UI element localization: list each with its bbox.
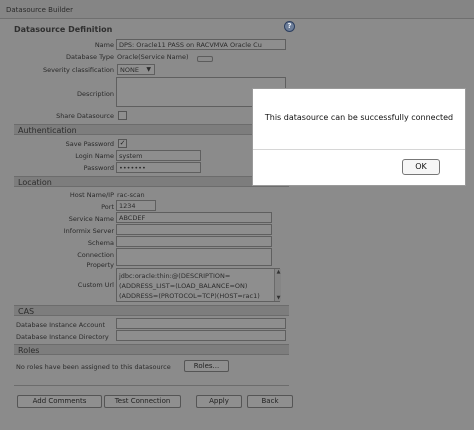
informix-server-field[interactable] [116,224,272,235]
connection-success-dialog: This datasource can be successfully conn… [252,88,466,186]
roles-status-text: No roles have been assigned to this data… [16,363,171,371]
host-value: rac-scan [117,191,145,199]
port-field[interactable]: 1234 [116,200,156,211]
schema-label: Schema [87,239,114,247]
save-password-checkbox[interactable]: ✓ [118,139,127,148]
database-type-value: Oracle(Service Name) [117,53,189,61]
password-field[interactable]: ••••••• [116,162,201,173]
back-button[interactable]: Back [247,395,293,408]
custom-url-scrollbar[interactable]: ▲ ▼ [274,269,281,301]
password-label: Password [83,164,114,172]
scroll-up-icon[interactable]: ▲ [275,269,282,275]
description-label: Description [76,90,114,98]
host-label: Host Name/IP [69,191,114,199]
help-icon[interactable]: ? [284,21,295,32]
dialog-message: This datasource can be successfully conn… [264,113,454,122]
cas-section-title: CAS [18,307,35,316]
database-instance-account-field[interactable] [116,318,286,329]
window-title: Datasource Builder [6,6,73,14]
authentication-section: Authentication [14,124,289,135]
title-bar: Datasource Builder [0,0,474,19]
connection-label: Connection [77,251,114,259]
roles-section: Roles [14,344,289,355]
login-name-field[interactable]: system [116,150,201,161]
database-instance-account-label: Database Instance Account [16,321,106,329]
port-label: Port [101,203,114,211]
custom-url-label: Custom Url [77,281,114,289]
location-section-title: Location [18,178,52,187]
ok-button[interactable]: OK [402,159,440,175]
connection-property-field[interactable] [116,248,272,266]
custom-url-line: jdbc:oracle:thin:@(DESCRIPTION= [119,272,231,280]
custom-url-line: (ADDRESS_LIST=(LOAD_BALANCE=ON) [119,282,248,290]
save-password-label: Save Password [65,140,114,148]
roles-button[interactable]: Roles... [184,360,229,372]
scroll-down-icon[interactable]: ▼ [275,295,282,301]
database-type-select-button[interactable] [197,56,213,62]
custom-url-line: (ADDRESS=(PROTOCOL=TCP)(HOST=rac1) [119,292,260,300]
database-type-label: Database Type [65,53,114,61]
database-instance-directory-label: Database Instance Directory [16,333,109,341]
test-connection-button[interactable]: Test Connection [104,395,181,408]
chevron-down-icon: ▼ [146,66,151,73]
cas-section: CAS [14,305,289,316]
database-instance-directory-field[interactable] [116,330,286,341]
login-name-label: Login Name [75,152,114,160]
apply-button[interactable]: Apply [196,395,242,408]
severity-dropdown[interactable]: NONE ▼ [117,64,155,75]
share-datasource-checkbox[interactable] [118,111,127,120]
service-name-field[interactable]: ABCDEF [116,212,272,223]
footer-divider [14,385,289,386]
location-section: Location [14,176,289,187]
service-name-label: Service Name [68,215,114,223]
datasource-builder-window: Datasource Builder ? Datasource Definiti… [0,0,474,430]
property-label: Property [86,261,114,269]
add-comments-button[interactable]: Add Comments [17,395,102,408]
name-field[interactable]: DPS: Oracle11 PASS on RACVMVA Oracle Cu [116,39,286,50]
dialog-divider [253,149,465,150]
custom-url-field[interactable]: jdbc:oracle:thin:@(DESCRIPTION= (ADDRESS… [116,268,280,302]
name-label: Name [94,41,114,49]
roles-section-title: Roles [18,346,40,355]
severity-value: NONE [120,66,139,74]
authentication-section-title: Authentication [18,126,77,135]
form-heading: Datasource Definition [14,25,113,34]
share-datasource-label: Share Datasource [56,112,114,120]
informix-server-label: Informix Server [63,227,114,235]
schema-field[interactable] [116,236,272,247]
severity-label: Severity classification [43,66,114,74]
